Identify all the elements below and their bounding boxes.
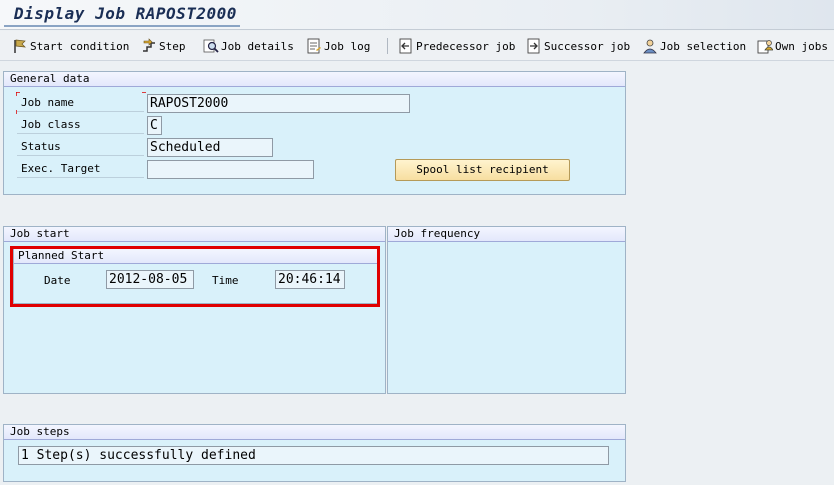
window-title: Display Job RAPOST2000 (14, 4, 237, 23)
job-selection-button[interactable]: Job selection (642, 37, 746, 55)
log-icon (306, 38, 322, 54)
job-details-button[interactable]: Job details (203, 37, 294, 55)
title-bar: Display Job RAPOST2000 (0, 0, 834, 30)
magnifier-icon (203, 38, 219, 54)
title-underline (4, 25, 240, 27)
job-selection-label: Job selection (660, 39, 747, 53)
predecessor-job-button[interactable]: Predecessor job (398, 37, 515, 55)
job-steps-message-field: 1 Step(s) successfully defined (18, 446, 609, 465)
successor-job-button[interactable]: Successor job (526, 37, 630, 55)
predecessor-icon (398, 38, 414, 54)
start-condition-button[interactable]: Start condition (12, 37, 129, 55)
toolbar-separator (387, 38, 388, 54)
predecessor-job-label: Predecessor job (416, 39, 516, 53)
job-details-label: Job details (221, 39, 294, 53)
job-class-label: Job class (17, 116, 144, 134)
exec-target-field[interactable] (147, 160, 314, 179)
job-frequency-group: Job frequency (387, 226, 626, 394)
job-class-field[interactable]: C (147, 116, 162, 135)
job-steps-header: Job steps (4, 425, 625, 440)
spool-list-recipient-button[interactable]: Spool list recipient (395, 159, 570, 181)
status-label: Status (17, 138, 144, 156)
successor-job-label: Successor job (544, 39, 631, 53)
required-mark-icon (16, 110, 17, 114)
application-toolbar: Start condition Step Job details Job log… (0, 31, 834, 61)
job-frequency-header: Job frequency (388, 227, 625, 242)
required-mark-icon (16, 92, 20, 96)
successor-icon (526, 38, 542, 54)
job-name-label: Job name (17, 94, 144, 112)
step-button[interactable]: Step (141, 37, 186, 55)
step-icon (141, 38, 157, 54)
step-label: Step (159, 39, 186, 53)
own-jobs-icon (757, 38, 774, 54)
required-mark-icon (142, 92, 146, 93)
job-log-label: Job log (324, 39, 371, 53)
general-data-header: General data (4, 72, 625, 87)
status-field[interactable]: Scheduled (147, 138, 273, 157)
own-jobs-label: Own jobs (775, 39, 828, 53)
highlight-box (10, 246, 380, 307)
exec-target-label: Exec. Target (17, 160, 144, 178)
job-log-button[interactable]: Job log (306, 37, 370, 55)
required-mark-icon (142, 110, 146, 114)
own-jobs-button[interactable]: Own jobs (757, 37, 828, 55)
flag-icon (12, 38, 28, 54)
job-name-field[interactable]: RAPOST2000 (147, 94, 410, 113)
person-icon (642, 38, 658, 54)
job-start-header: Job start (4, 227, 385, 242)
start-condition-label: Start condition (30, 39, 130, 53)
